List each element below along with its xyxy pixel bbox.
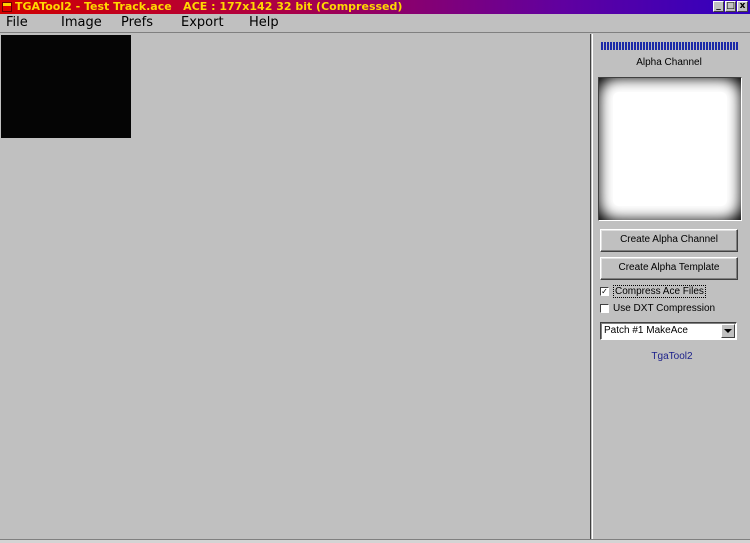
menu-image[interactable]: Image	[61, 15, 102, 31]
close-button[interactable]: x	[737, 1, 748, 12]
status-strip	[0, 539, 750, 543]
chevron-down-icon	[724, 329, 732, 333]
patch-select[interactable]: Patch #1 MakeAce	[600, 322, 737, 340]
maximize-button[interactable]: □	[725, 1, 736, 12]
brand-label: TgaTool2	[651, 351, 693, 362]
use-dxt-option[interactable]: Use DXT Compression	[600, 303, 715, 314]
menu-export[interactable]: Export	[181, 15, 224, 31]
dropdown-button[interactable]	[721, 324, 735, 338]
create-alpha-channel-button[interactable]: Create Alpha Channel	[600, 229, 738, 252]
menu-bar: File Image Prefs Export Help	[0, 14, 750, 33]
compress-ace-label[interactable]: Compress Ace Files	[613, 285, 706, 298]
loaded-texture-image	[1, 35, 131, 138]
alpha-channel-preview	[598, 77, 742, 221]
patch-select-value: Patch #1 MakeAce	[604, 325, 688, 336]
title-bar[interactable]: TGATool2 - Test Track.ace ACE : 177x142 …	[0, 0, 750, 14]
menu-help[interactable]: Help	[249, 15, 279, 31]
minimize-button[interactable]: _	[713, 1, 724, 12]
image-canvas[interactable]	[0, 34, 591, 539]
use-dxt-label[interactable]: Use DXT Compression	[613, 303, 715, 314]
alpha-channel-label: Alpha Channel	[636, 57, 702, 68]
menu-file[interactable]: File	[6, 15, 28, 31]
compress-ace-option[interactable]: ✓ Compress Ace Files	[600, 285, 706, 298]
window-title: TGATool2 - Test Track.ace ACE : 177x142 …	[15, 0, 403, 13]
use-dxt-checkbox[interactable]	[600, 304, 609, 313]
tool-panel: Alpha Channel Create Alpha Channel Creat…	[592, 34, 750, 539]
create-alpha-template-button[interactable]: Create Alpha Template	[600, 257, 738, 280]
compress-ace-checkbox[interactable]: ✓	[600, 287, 609, 296]
progress-bar	[601, 42, 738, 50]
alpha-mask-shape	[613, 92, 727, 206]
app-icon[interactable]	[2, 2, 12, 12]
menu-prefs[interactable]: Prefs	[121, 15, 153, 31]
window-controls: _ □ x	[713, 1, 748, 12]
